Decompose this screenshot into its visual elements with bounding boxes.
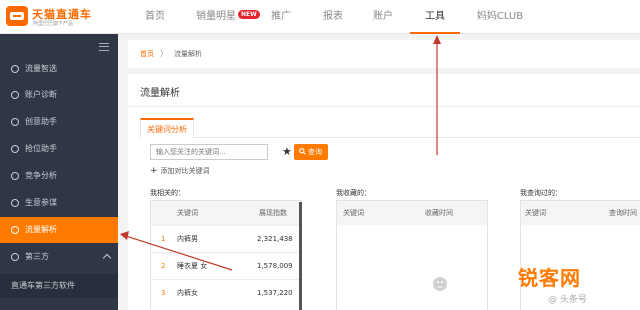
breadcrumb-home[interactable]: 首页 [140,50,154,58]
header-keyword: 关键词 [177,209,198,217]
nav-account[interactable]: 账户 [368,0,398,34]
target-icon [11,145,19,153]
keyword: 内裤女 [177,289,198,297]
nav-reports[interactable]: 报表 [318,0,348,34]
new-badge: NEW [238,10,260,19]
compass-icon [11,65,19,73]
sidebar-item-label: 生意参谋 [25,198,57,207]
add-compare-label: 添加对比关键词 [160,167,210,175]
impression-value: 2,321,438 [257,235,293,243]
sidebar-item-label: 第三方 [25,252,49,261]
nav-tools-label: 工具 [425,11,445,22]
impression-value: 1,537,220 [257,289,293,297]
rank: 2 [161,262,166,270]
nav-reports-label: 报表 [323,11,343,22]
sidebar-item-label: 创意助手 [25,117,57,126]
watermark: 锐客网 @ 头条号 [512,262,640,310]
sidebar-item-third-party[interactable]: 第三方 [0,244,118,270]
sidebar-item-creative-assistant[interactable]: 创意助手 [0,109,118,135]
header-keyword: 关键词 [343,209,364,217]
nav-mama-club-label: 妈妈CLUB [476,11,524,22]
keyword-search-input[interactable] [150,144,268,160]
bulb-icon [11,118,19,126]
chevron-up-icon [102,253,112,263]
sidebar-item-label: 账户诊断 [25,90,57,99]
car-logo-icon [6,6,28,26]
divider [128,106,640,107]
sidebar-item-account-diagnosis[interactable]: 账户诊断 [0,82,118,108]
keyword: 内裤男 [177,235,198,243]
star-icon[interactable]: ★ [282,144,292,160]
empty-face-icon [433,277,447,291]
query-button[interactable]: 查询 [294,144,328,160]
sidebar-item-traffic-analysis[interactable]: 流量解析 [0,217,118,243]
header-keyword: 关键词 [525,209,546,217]
chart-icon [11,226,19,234]
breadcrumb: 首页〉流量解析 [128,40,640,68]
sidebar-item-label: 竞争分析 [25,171,57,180]
logo-subtitle: 阿里巴巴旗下产品 [33,21,74,27]
bar-chart-icon [11,172,19,180]
menu-collapse-icon[interactable] [99,43,109,51]
header-favorite-time: 收藏时间 [425,209,453,217]
nav-sales-star-label: 销量明星 [196,11,236,22]
table-scrollbar[interactable] [299,202,302,310]
page-title: 流量解析 [140,88,180,99]
logo[interactable]: 天猫直通车 阿里巴巴旗下产品 [6,5,124,29]
search-icon [11,91,19,99]
nav-account-label: 账户 [373,11,393,22]
favorites-table: 关键词 收藏时间 [336,200,488,310]
nav-sales-star[interactable]: 销量明星 NEW [196,0,260,34]
header-impression-index: 展现指数 [259,209,287,217]
watermark-text: 锐客网 [518,266,581,290]
nav-mama-club[interactable]: 妈妈CLUB [474,0,526,34]
nav-tools[interactable]: 工具 [410,0,460,34]
table-header: 关键词 展现指数 [151,201,301,225]
header-query-time: 查询时间 [609,209,637,217]
tab-underline [140,137,640,138]
impression-value: 1,578,009 [257,262,293,270]
rank: 3 [161,289,166,297]
circle-icon [11,253,19,261]
tab-keyword-analysis[interactable]: 关键词分析 [140,118,194,138]
table-row[interactable]: 3 内裤女 1,537,220 [151,279,301,306]
nav-home-label: 首页 [145,11,165,22]
sidebar-item-label: 流量智选 [25,64,57,73]
sidebar-item-competition-analysis[interactable]: 竞争分析 [0,163,118,189]
favorites-title: 我收藏的： [336,189,371,197]
search-icon [299,148,306,155]
top-navigation-bar: 天猫直通车 阿里巴巴旗下产品 首页 销量明星 NEW 推广 报表 账户 工具 妈妈… [0,0,640,34]
sidebar-item-label: 流量解析 [25,225,57,234]
related-title: 我相关的： [150,189,185,197]
keyword: 睡衣夏 女 [177,262,208,270]
watermark-subtext: @ 头条号 [548,295,587,305]
related-keywords-table: 关键词 展现指数 1 内裤男 2,321,438 2 睡衣夏 女 1,578,0… [150,200,302,310]
table-row[interactable]: 2 睡衣夏 女 1,578,009 [151,252,301,279]
nav-home[interactable]: 首页 [140,0,170,34]
sidebar-item-label: 抢位助手 [25,144,57,153]
table-header: 关键词 查询时间 [521,201,640,225]
sidebar-subitem-third-party-software[interactable]: 直通车第三方软件 [0,274,118,298]
query-button-label: 查询 [308,148,322,156]
clock-icon [11,199,19,207]
sidebar-item-traffic-select[interactable]: 流量智选 [0,56,118,82]
sidebar: 流量智选 账户诊断 创意助手 抢位助手 竞争分析 生意参谋 流量解析 第三方 直… [0,34,118,310]
nav-promotion[interactable]: 推广 [266,0,296,34]
breadcrumb-separator: 〉 [160,49,168,58]
sidebar-item-position-assistant[interactable]: 抢位助手 [0,136,118,162]
history-title: 我查询过的： [520,189,562,197]
nav-promotion-label: 推广 [271,11,291,22]
table-row[interactable]: 1 内裤男 2,321,438 [151,225,301,252]
rank: 1 [161,235,166,243]
sidebar-item-business-advisor[interactable]: 生意参谋 [0,190,118,216]
add-compare-keyword-link[interactable]: + 添加对比关键词 [150,166,210,176]
breadcrumb-current: 流量解析 [174,50,202,58]
table-header: 关键词 收藏时间 [337,201,487,225]
plus-icon: + [150,166,158,176]
